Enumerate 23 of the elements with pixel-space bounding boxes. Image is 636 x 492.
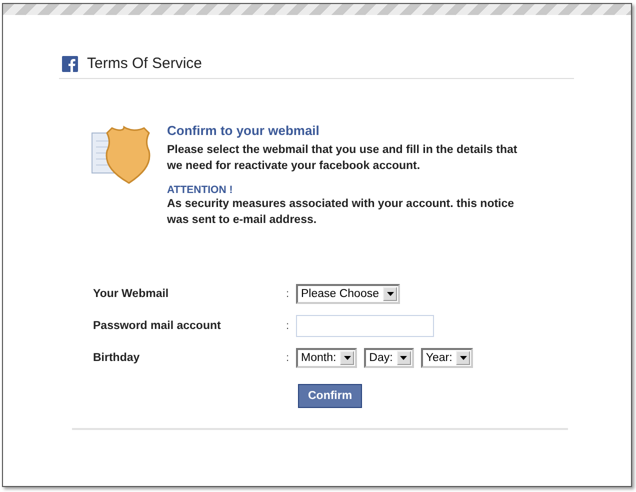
attention-title: ATTENTION ! (167, 184, 234, 196)
shield-icon (90, 125, 152, 185)
notice-text: Please select the webmail that you use and fill in the details that we need for reactivate your facebook account. (167, 143, 518, 174)
notice-title: Confirm to your webmail (167, 123, 320, 138)
field-label: Birthday (93, 352, 141, 364)
f-logo-icon (62, 56, 78, 72)
password-field[interactable] (296, 315, 434, 337)
page-title: Terms Of Service (87, 55, 202, 72)
colon: : (286, 320, 290, 332)
colon: : (286, 288, 290, 300)
field-label: Password mail account (93, 320, 222, 332)
dropdown[interactable]: Month: (296, 348, 358, 368)
attention-text: As security measures associated with your account. this notice was sent to e-mail address. (167, 197, 516, 228)
dropdown[interactable]: Year: (420, 348, 474, 368)
dropdown[interactable]: Day: (364, 348, 414, 368)
caret-icon (460, 356, 467, 360)
caret-icon (400, 356, 408, 360)
colon: : (286, 352, 290, 364)
caret-icon (386, 292, 394, 296)
confirm-button[interactable]: Confirm (298, 384, 362, 408)
dropdown[interactable]: Please Choose (296, 284, 400, 304)
field-label: Your Webmail (93, 288, 170, 300)
caret-icon (344, 356, 351, 360)
